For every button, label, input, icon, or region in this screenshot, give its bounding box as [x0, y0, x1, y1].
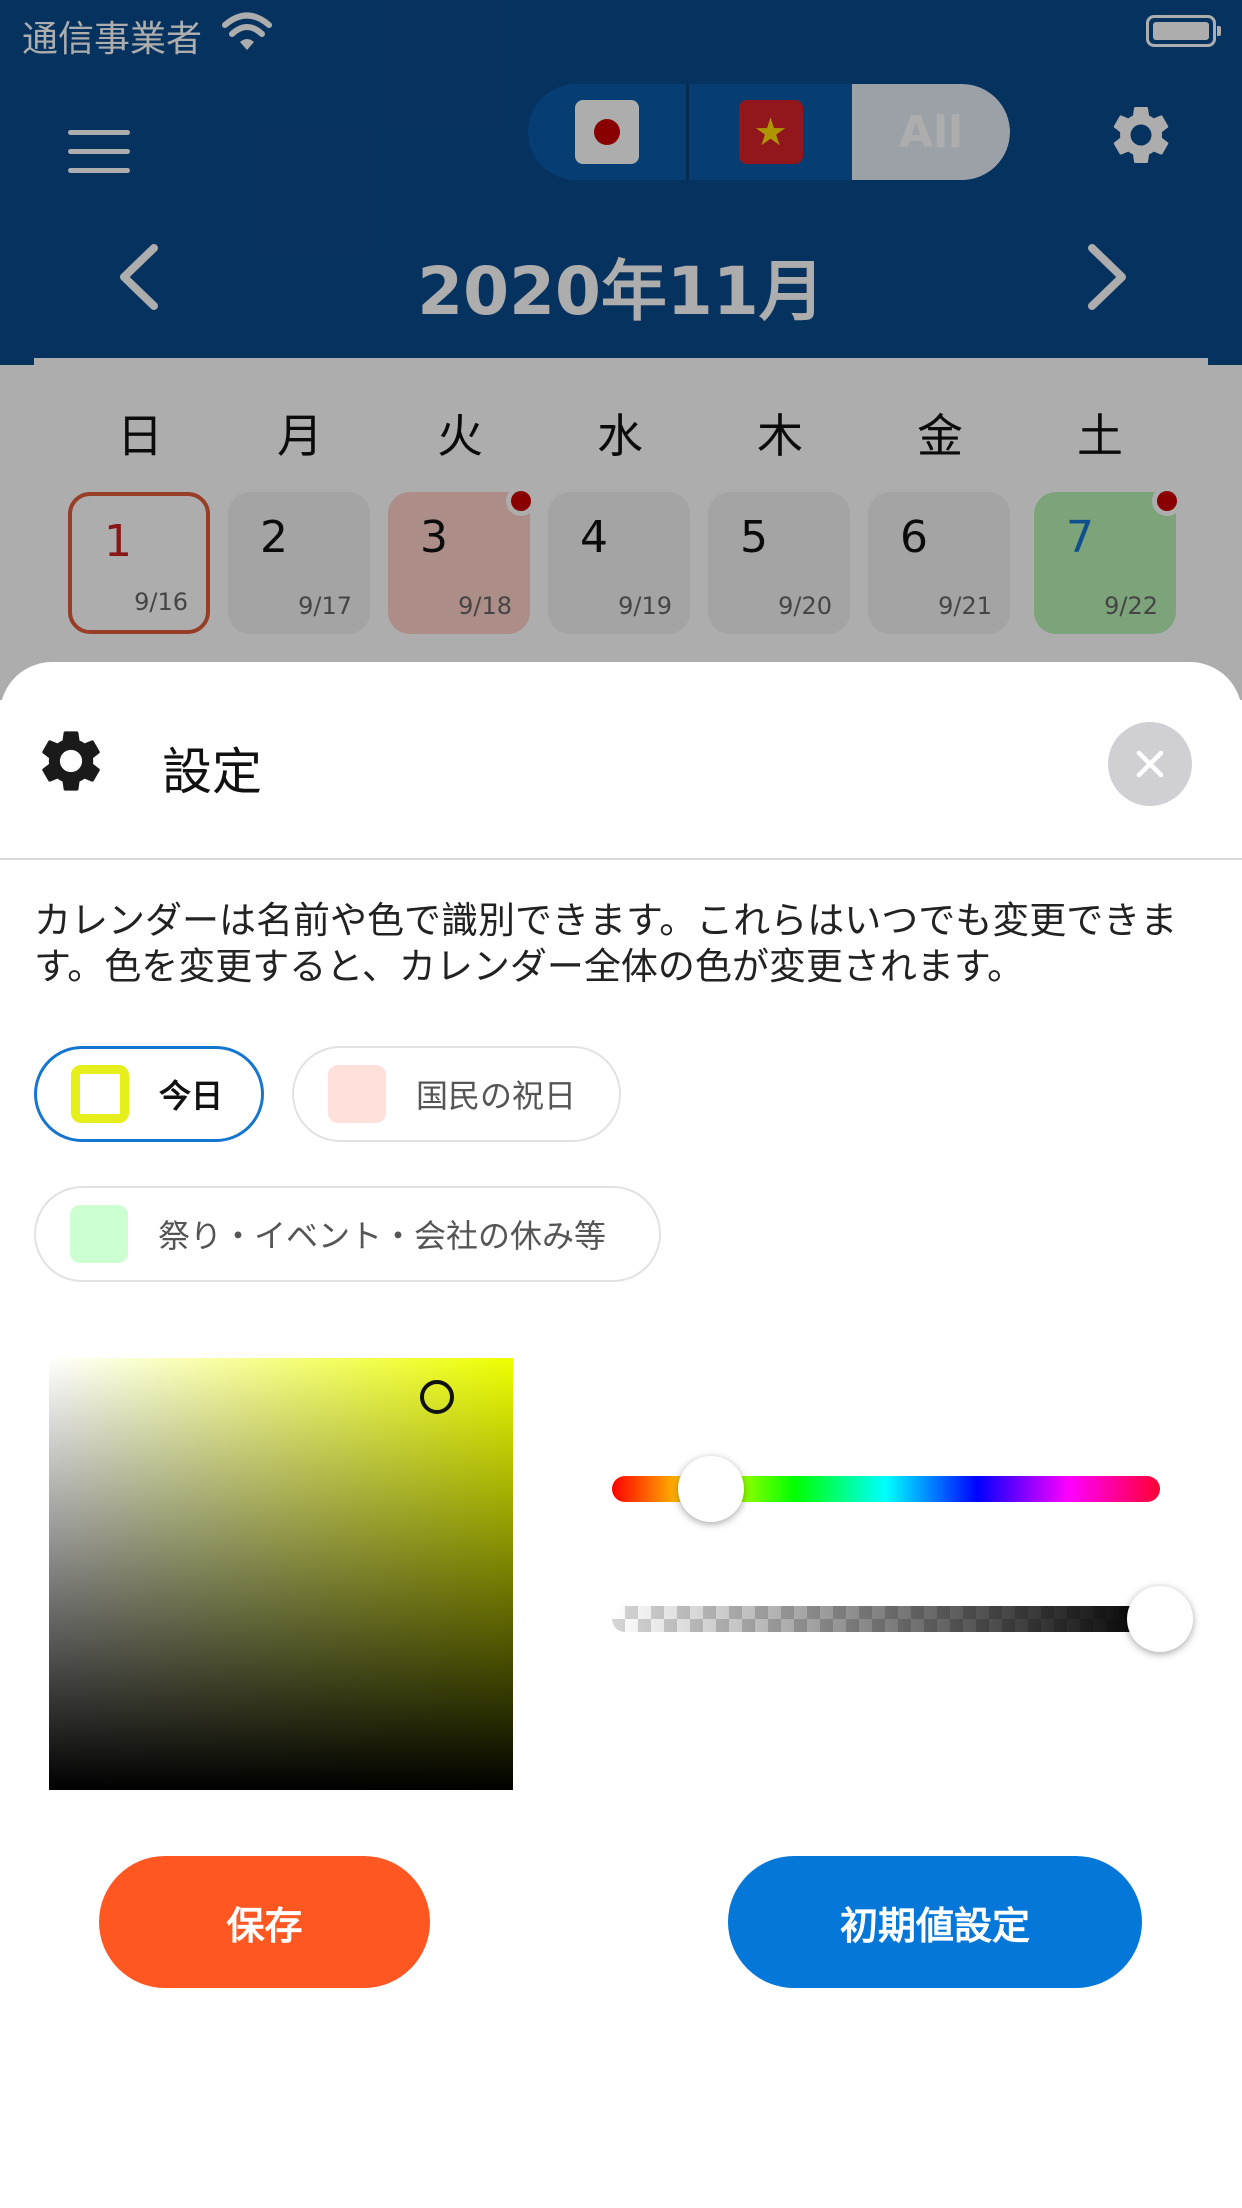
chip-label: 祭り・イベント・会社の休み等 — [158, 1217, 607, 1255]
saturation-value-picker[interactable] — [49, 1358, 513, 1790]
sheet-description: カレンダーは名前や色で識別できます。これらはいつでも変更できます。色を変更すると… — [34, 899, 1178, 988]
reset-defaults-button[interactable]: 初期値設定 — [728, 1856, 1142, 1988]
color-swatch — [328, 1065, 386, 1123]
divider — [0, 858, 1242, 860]
color-swatch — [71, 1065, 129, 1123]
alpha-slider[interactable] — [612, 1606, 1160, 1632]
save-button[interactable]: 保存 — [99, 1856, 430, 1988]
chip-today[interactable]: 今日 — [34, 1046, 264, 1142]
alpha-slider-handle[interactable] — [1127, 1586, 1193, 1652]
picker-knob[interactable] — [420, 1380, 454, 1414]
modal-backdrop[interactable] — [0, 0, 1242, 700]
chip-national-holiday[interactable]: 国民の祝日 — [292, 1046, 621, 1142]
chip-festival-events[interactable]: 祭り・イベント・会社の休み等 — [34, 1186, 661, 1282]
hue-slider-handle[interactable] — [677, 1456, 744, 1522]
chip-label: 国民の祝日 — [416, 1077, 577, 1115]
color-swatch — [70, 1205, 128, 1263]
close-button[interactable] — [1108, 722, 1192, 806]
close-icon — [1136, 750, 1164, 778]
gear-icon — [42, 731, 100, 791]
chip-label: 今日 — [159, 1077, 224, 1115]
sheet-title: 設定 — [162, 743, 262, 801]
settings-sheet: 設定 カレンダーは名前や色で識別できます。これらはいつでも変更できます。色を変更… — [0, 662, 1242, 2208]
